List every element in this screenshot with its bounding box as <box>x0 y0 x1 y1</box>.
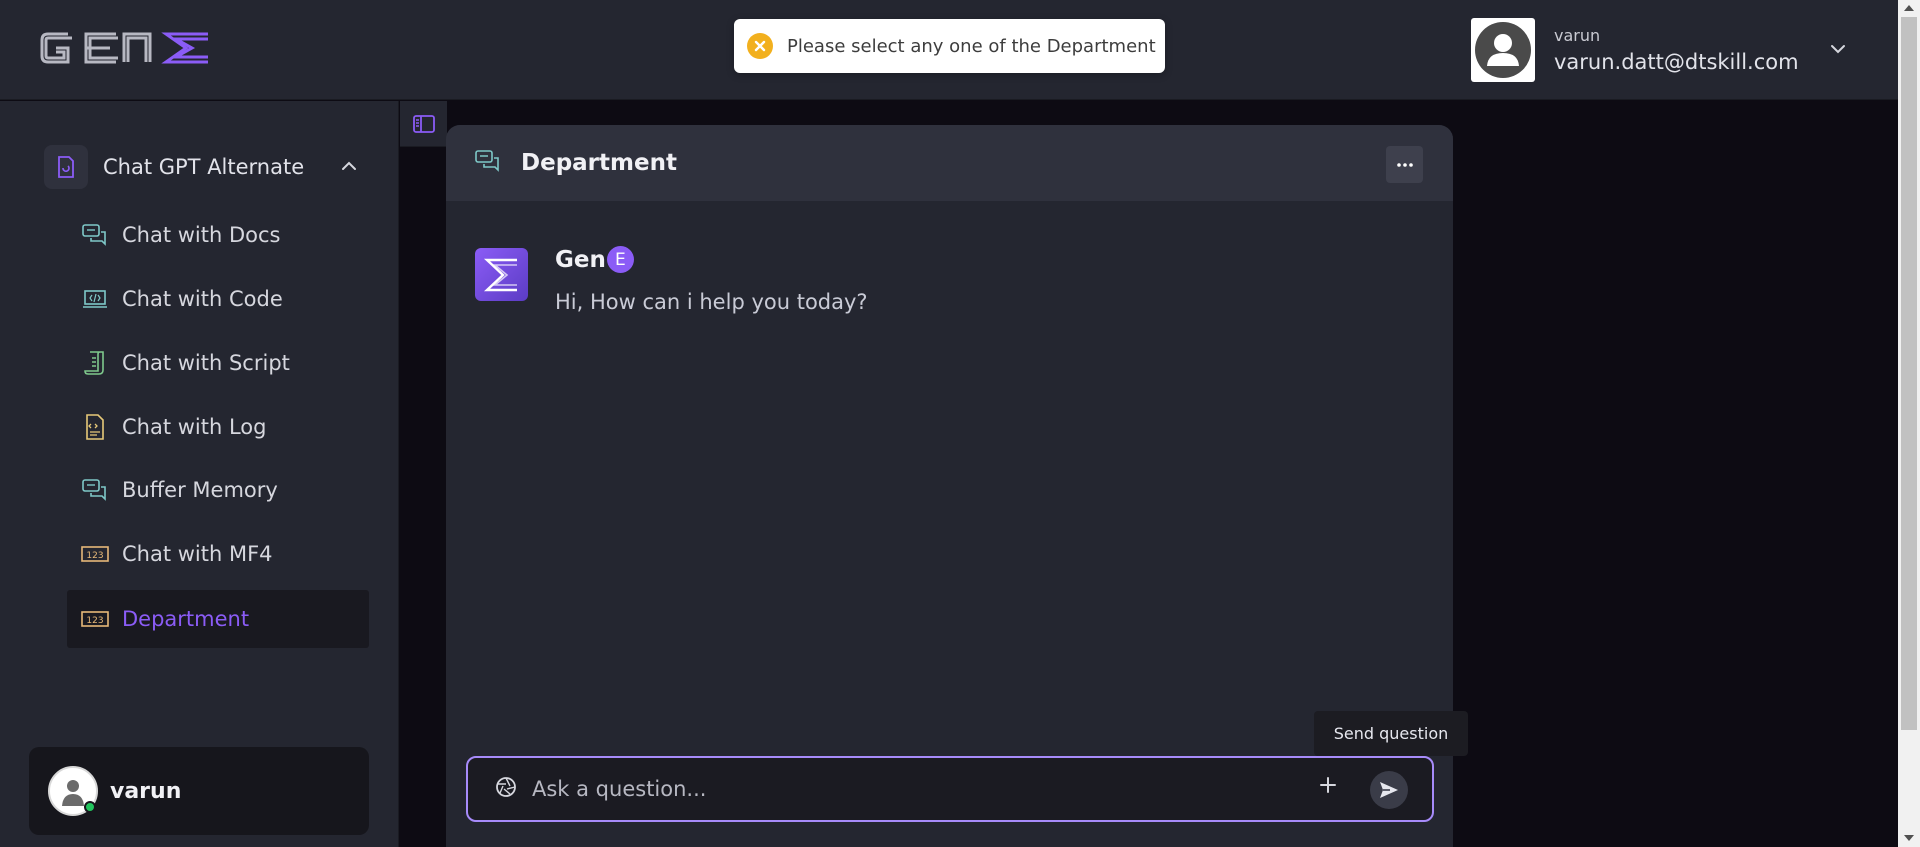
sidebar-item-chat-with-script[interactable]: Chat with Script <box>67 334 369 392</box>
page-scrollbar[interactable] <box>1898 0 1920 847</box>
sidebar-item-label: Chat with Code <box>122 287 283 311</box>
send-icon <box>1380 782 1398 798</box>
sidebar-item-label: Chat with Docs <box>122 223 281 247</box>
svg-text:123: 123 <box>86 551 103 561</box>
scroll-up-icon[interactable] <box>1904 5 1914 11</box>
top-bar: Please select any one of the Department … <box>0 0 1898 100</box>
chevron-down-icon[interactable] <box>1829 40 1847 59</box>
chevron-up-icon[interactable] <box>340 157 358 176</box>
bot-avatar <box>475 248 528 301</box>
user-card[interactable]: varun <box>29 747 369 835</box>
script-scroll-icon <box>81 349 109 377</box>
sidebar-item-label: Chat with MF4 <box>122 542 273 566</box>
sidebar-user-name: varun <box>110 778 182 804</box>
chat-bubbles-icon <box>475 150 501 176</box>
sidebar-group-chat-gpt-alternate[interactable]: Chat GPT Alternate <box>44 145 364 189</box>
chat-panel: Department Gen E Hi, How can i help you t… <box>446 125 1453 847</box>
sigma-icon <box>483 258 517 291</box>
send-question-tooltip: Send question <box>1314 711 1468 756</box>
scrollbar-thumb[interactable] <box>1901 17 1917 730</box>
plus-icon <box>1320 777 1336 793</box>
question-composer <box>466 756 1434 822</box>
code-laptop-icon <box>81 285 109 313</box>
question-input[interactable] <box>532 769 1312 809</box>
sidebar-item-label: Chat with Log <box>122 415 267 439</box>
number-box-icon: 123 <box>81 540 109 568</box>
bot-message: Gen E Hi, How can i help you today? <box>475 246 868 314</box>
error-toast: Please select any one of the Department <box>734 19 1165 73</box>
chat-bubbles-icon <box>81 221 109 249</box>
gene-logo[interactable] <box>38 28 214 72</box>
number-box-icon: 123 <box>81 605 109 633</box>
bot-name-badge: E <box>606 246 634 273</box>
profile-menu[interactable]: varun varun.datt@dtskill.com <box>1471 18 1799 82</box>
online-status-indicator <box>84 801 96 813</box>
toast-message: Please select any one of the Department <box>787 35 1156 57</box>
bot-greeting: Hi, How can i help you today? <box>555 290 868 314</box>
ellipsis-icon <box>1396 162 1413 167</box>
profile-name: varun <box>1554 26 1601 45</box>
sidebar-item-label: Chat with Script <box>122 351 290 375</box>
log-file-icon <box>81 413 109 441</box>
sidebar: Chat GPT Alternate Chat with Docs Chat w… <box>0 101 399 847</box>
sidebar-item-chat-with-log[interactable]: Chat with Log <box>67 398 369 456</box>
sidebar-item-label: Buffer Memory <box>122 478 278 502</box>
svg-text:123: 123 <box>86 616 103 626</box>
sidebar-item-label: Department <box>122 607 250 631</box>
document-refresh-icon <box>44 145 88 189</box>
add-attachment-button[interactable] <box>1318 775 1338 799</box>
sidebar-item-chat-with-docs[interactable]: Chat with Docs <box>67 206 369 264</box>
chat-header: Department <box>446 125 1453 201</box>
sidebar-item-buffer-memory[interactable]: Buffer Memory <box>67 461 369 519</box>
aperture-icon[interactable] <box>494 775 518 803</box>
bot-name-text: Gen <box>555 246 606 273</box>
avatar <box>48 766 98 816</box>
chat-title: Department <box>521 150 677 176</box>
sidebar-toggle-icon[interactable] <box>413 115 435 137</box>
sidebar-item-chat-with-mf4[interactable]: 123 Chat with MF4 <box>67 525 369 583</box>
profile-avatar <box>1471 18 1535 82</box>
sidebar-item-department[interactable]: 123 Department <box>67 590 369 648</box>
send-question-button[interactable] <box>1370 771 1408 809</box>
sidebar-item-chat-with-code[interactable]: Chat with Code <box>67 270 369 328</box>
sidebar-group-label: Chat GPT Alternate <box>103 155 305 179</box>
bot-name: Gen E <box>555 246 634 273</box>
profile-email: varun.datt@dtskill.com <box>1554 50 1799 74</box>
more-options-button[interactable] <box>1386 146 1423 183</box>
chat-bubbles-icon <box>81 476 109 504</box>
scroll-down-icon[interactable] <box>1904 835 1914 841</box>
sidebar-toggle-area <box>400 101 447 147</box>
logo-graphic <box>40 32 208 64</box>
close-circle-icon[interactable] <box>747 33 773 59</box>
user-silhouette-icon <box>1475 22 1531 78</box>
